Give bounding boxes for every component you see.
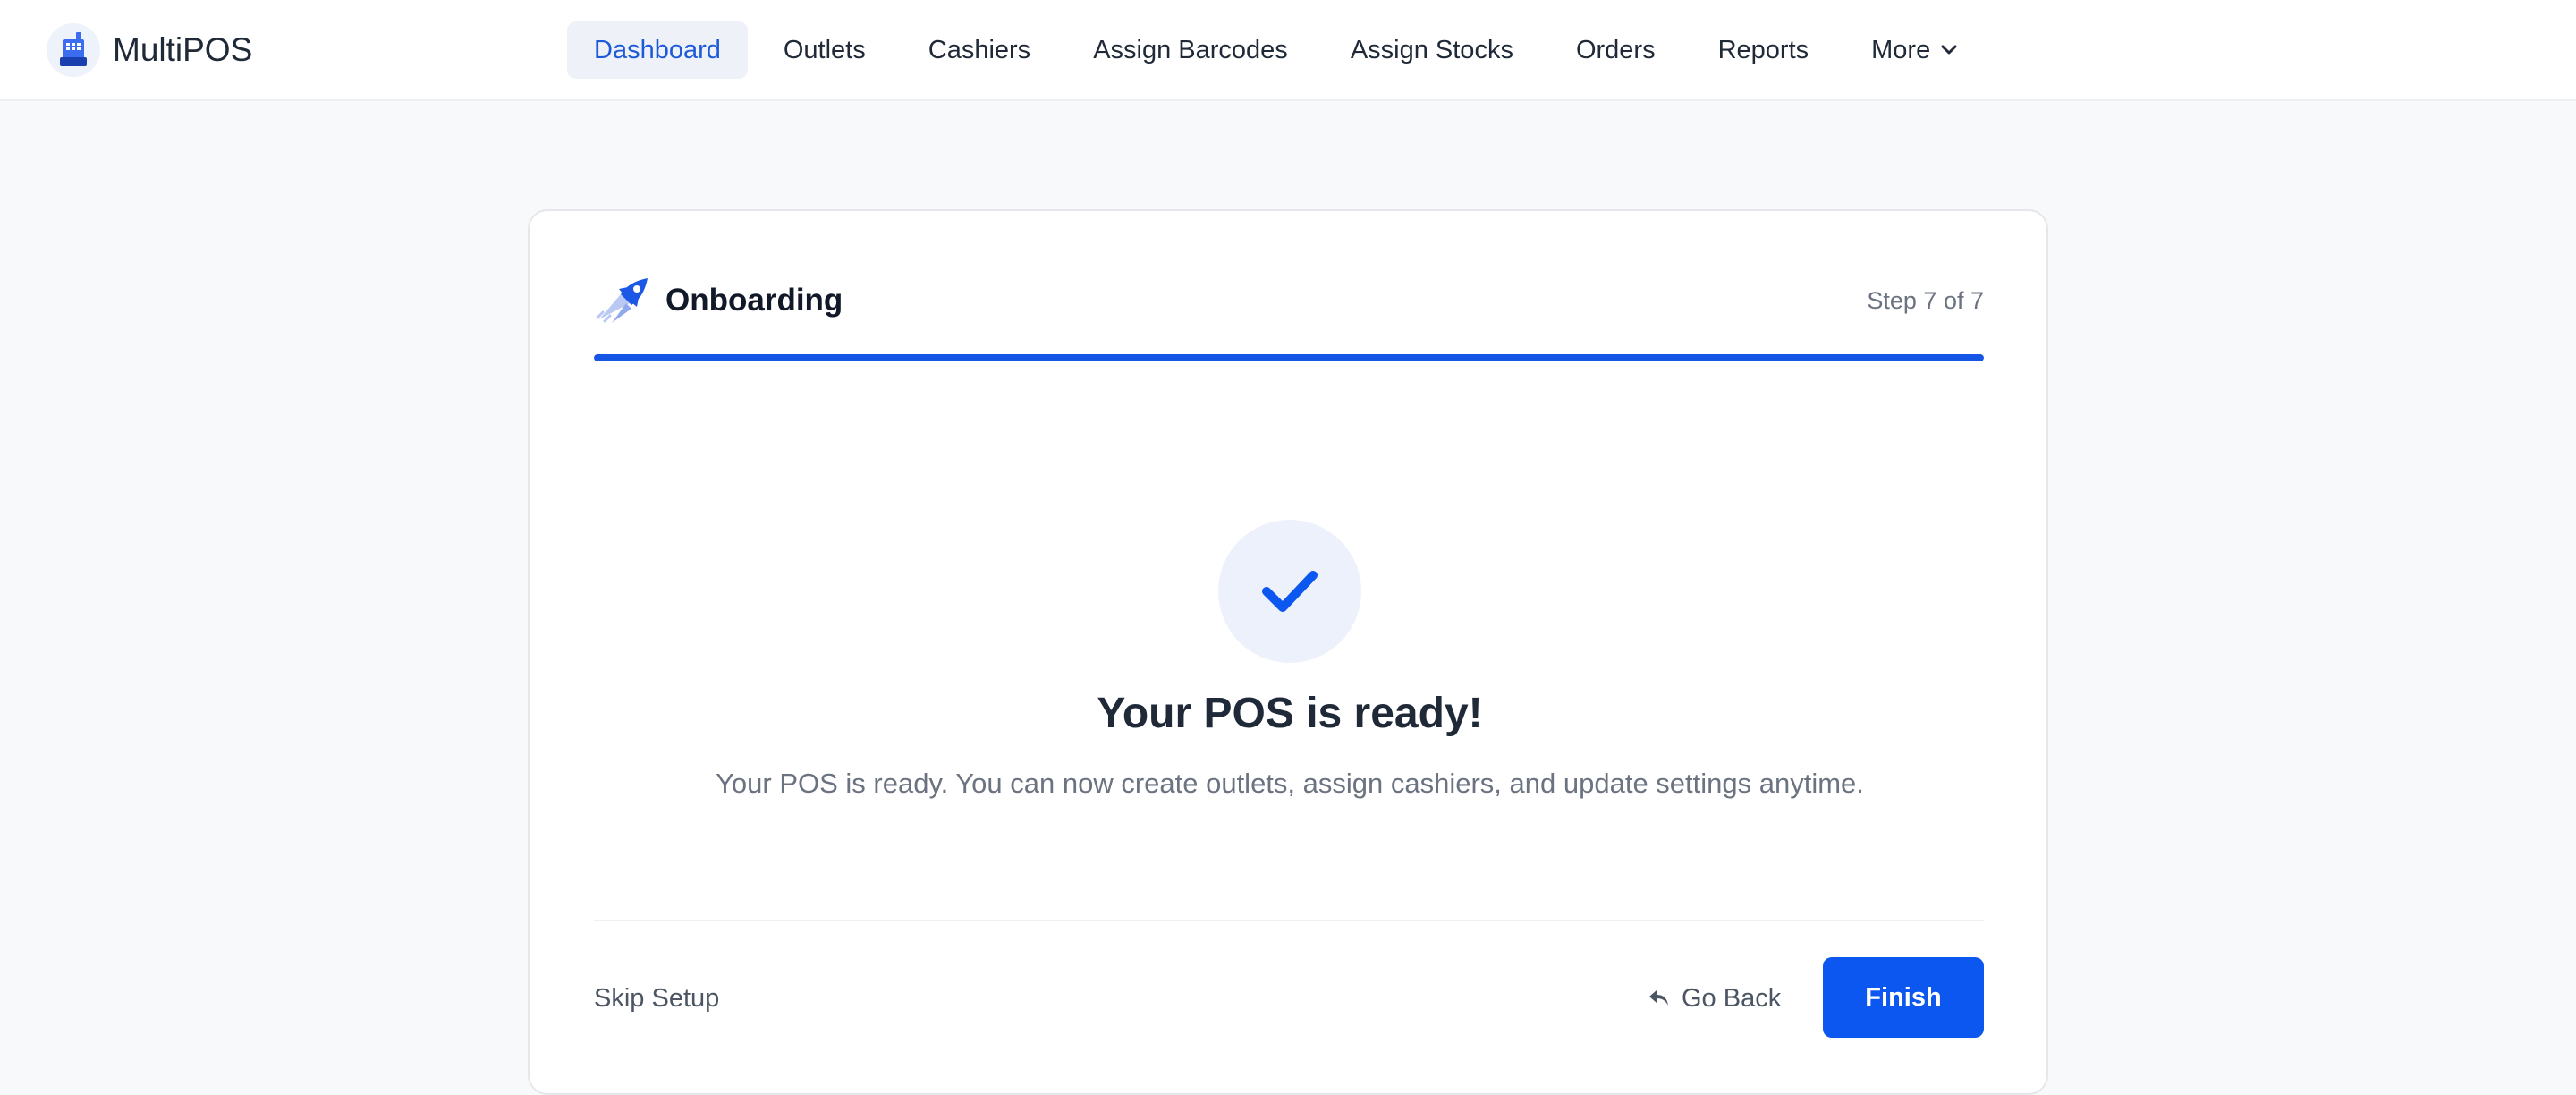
brand-name: MultiPOS: [113, 31, 253, 68]
top-navigation-bar: MultiPOS Dashboard Outlets Cashiers Assi…: [0, 0, 2576, 101]
nav-item-assign-stocks[interactable]: Assign Stocks: [1324, 21, 1540, 79]
chevron-down-icon: [1941, 45, 1957, 55]
step-indicator: Step 7 of 7: [1867, 286, 1984, 314]
onboarding-header: Onboarding Step 7 of 7: [594, 276, 1984, 326]
nav-item-more-label: More: [1871, 35, 1931, 64]
onboarding-progress-fill: [594, 354, 1984, 361]
success-badge: [1218, 520, 1361, 663]
onboarding-title: Onboarding: [665, 283, 843, 318]
nav-item-orders[interactable]: Orders: [1549, 21, 1682, 79]
brand[interactable]: MultiPOS: [47, 23, 252, 77]
nav-item-more[interactable]: More: [1844, 21, 1986, 79]
footer-divider: [594, 920, 1984, 921]
onboarding-card: Onboarding Step 7 of 7 Your POS is ready…: [528, 209, 2048, 1095]
rocket-icon: [596, 278, 648, 323]
reply-arrow-icon: [1649, 990, 1668, 1006]
nav-item-assign-barcodes[interactable]: Assign Barcodes: [1066, 21, 1315, 79]
nav-item-cashiers[interactable]: Cashiers: [902, 21, 1057, 79]
go-back-label: Go Back: [1682, 983, 1782, 1013]
success-message: Your POS is ready. You can now create ou…: [716, 768, 1864, 799]
success-headline: Your POS is ready!: [1097, 690, 1483, 737]
main-nav: Dashboard Outlets Cashiers Assign Barcod…: [567, 21, 1995, 79]
nav-item-dashboard[interactable]: Dashboard: [567, 21, 748, 79]
onboarding-progress-bar: [594, 354, 1984, 361]
finish-button[interactable]: Finish: [1823, 957, 1984, 1038]
go-back-button[interactable]: Go Back: [1648, 972, 1781, 1025]
nav-item-reports[interactable]: Reports: [1691, 21, 1836, 79]
nav-item-outlets[interactable]: Outlets: [757, 21, 893, 79]
checkmark-icon: [1262, 571, 1318, 612]
pos-terminal-icon: [47, 23, 100, 77]
skip-setup-button[interactable]: Skip Setup: [594, 980, 719, 1016]
